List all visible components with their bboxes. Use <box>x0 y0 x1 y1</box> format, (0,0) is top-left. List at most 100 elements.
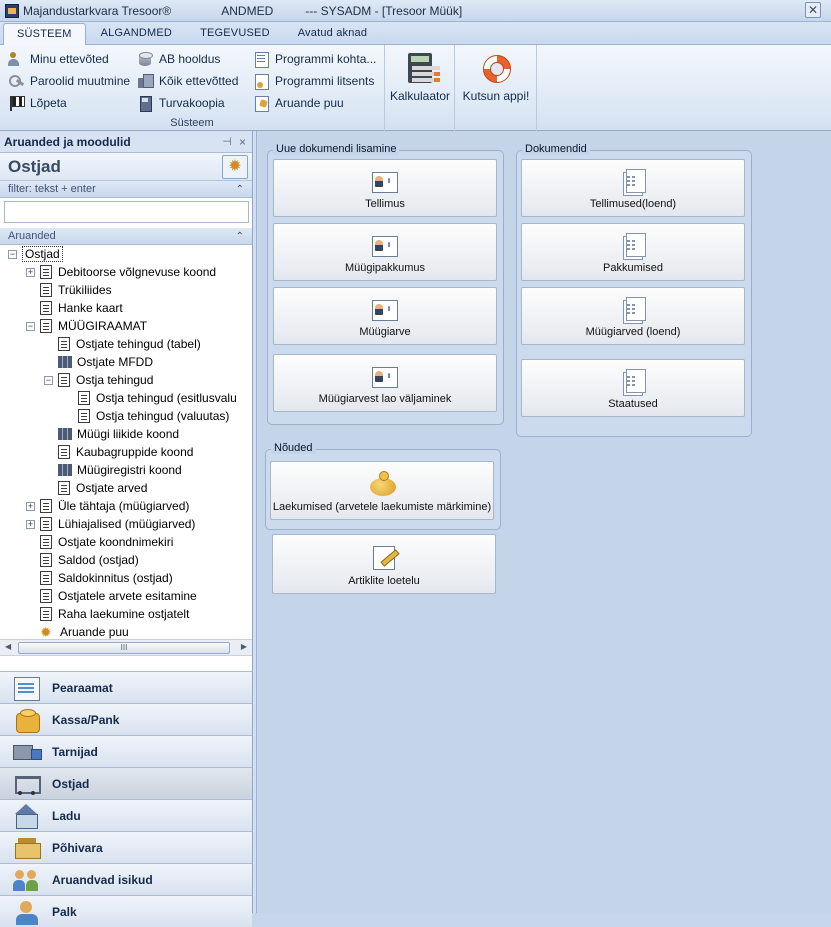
reports-section-bar[interactable]: Aruanded ⌃ <box>0 228 252 245</box>
calculator-button[interactable]: Kalkulaator <box>389 49 451 127</box>
document-list-icon <box>619 296 647 324</box>
ribbon-my-companies-button[interactable]: Minu ettevõted <box>8 49 109 69</box>
collapse-icon[interactable]: − <box>8 249 17 259</box>
tree-horizontal-scrollbar[interactable]: ◀ III ▶ <box>0 639 252 656</box>
tile-invoices-list[interactable]: Müügiarved (loend) <box>521 287 745 345</box>
ribbon-license-button[interactable]: Programmi litsents <box>253 71 374 91</box>
ribbon-db-maintenance-button[interactable]: AB hooldus <box>137 49 220 69</box>
collapse-chevron-icon[interactable]: ⌃ <box>236 228 244 245</box>
document-icon <box>58 373 70 387</box>
window-title-user: --- SYSADM - [Tresoor Müük] <box>305 3 463 18</box>
nav-item-label: Kassa/Pank <box>52 712 120 727</box>
document-icon <box>40 319 52 333</box>
tab-algandmed[interactable]: ALGANDMED <box>88 23 185 44</box>
ribbon-all-companies-button[interactable]: Kõik ettevõtted <box>137 71 238 91</box>
tile-sales-invoice[interactable]: Müügiarve <box>273 287 497 345</box>
tab-tegevused[interactable]: TEGEVUSED <box>187 23 283 44</box>
group-new-document-title: Uue dokumendi lisamine <box>273 143 400 155</box>
report-tree-icon <box>253 95 269 112</box>
scroll-right-arrow-icon[interactable]: ▶ <box>241 642 247 651</box>
table-report-icon <box>58 356 72 368</box>
tree-node[interactable]: Ostja tehingud (valuutas) <box>64 407 229 425</box>
license-icon <box>253 73 269 90</box>
users-icon <box>8 51 24 67</box>
document-icon <box>40 535 52 549</box>
tree-node[interactable]: Müügiregistri koond <box>44 461 182 479</box>
scroll-thumb[interactable]: III <box>18 642 230 654</box>
expand-icon[interactable]: + <box>26 501 35 511</box>
tree-node[interactable]: − Ostjad <box>8 245 63 263</box>
tile-payments-receipts[interactable]: Laekumised (arvetele laekumiste märkimin… <box>270 461 494 520</box>
filter-input[interactable] <box>4 201 249 223</box>
tree-node-label: Hanke kaart <box>58 301 123 315</box>
help-button[interactable]: Kutsun appi! <box>459 49 533 127</box>
panel-close-icon[interactable]: × <box>239 131 246 153</box>
panel-splitter[interactable] <box>253 131 257 913</box>
nav-item-label: Tarnijad <box>52 744 98 759</box>
tree-node[interactable]: Ostjatele arvete esitamine <box>26 587 197 605</box>
nav-item[interactable]: Ostjad <box>0 767 252 799</box>
close-icon[interactable]: ✕ <box>805 2 821 18</box>
nav-item[interactable]: Põhivara <box>0 831 252 863</box>
ribbon-report-tree-button[interactable]: Aruande puu <box>253 93 344 113</box>
database-icon <box>137 51 153 67</box>
table-report-icon <box>58 464 72 476</box>
nav-item[interactable]: Pearaamat <box>0 671 252 703</box>
ribbon-quit-button[interactable]: Lõpeta <box>8 93 67 113</box>
tree-node[interactable]: Ostjate arved <box>44 479 147 497</box>
tile-offers-list[interactable]: Pakkumised <box>521 223 745 281</box>
tile-articles-list[interactable]: Artiklite loetelu <box>272 534 496 594</box>
expand-icon[interactable]: + <box>26 267 35 277</box>
tree-node[interactable]: Saldokinnitus (ostjad) <box>26 569 173 587</box>
module-title-bar: Ostjad ✹ <box>0 153 252 181</box>
tab-susteem[interactable]: SÜSTEEM <box>3 23 86 45</box>
tree-node[interactable]: Ostjate tehingud (tabel) <box>44 335 201 353</box>
filter-section-bar[interactable]: filter: tekst + enter ⌃ <box>0 181 252 198</box>
nav-item[interactable]: Palk <box>0 895 252 927</box>
pin-icon[interactable]: ⊣ <box>222 131 232 153</box>
tree-node[interactable]: Kaubagruppide koond <box>44 443 193 461</box>
nav-item[interactable]: Kassa/Pank <box>0 703 252 735</box>
tree-node[interactable]: Ostjate koondnimekiri <box>26 533 173 551</box>
ribbon-change-password-button[interactable]: Paroolid muutmine <box>8 71 130 91</box>
tree-node[interactable]: Ostjate MFDD <box>44 353 153 371</box>
tree-node[interactable]: ✹ Aruande puu <box>26 623 129 639</box>
tile-sales-offer[interactable]: Müügipakkumus <box>273 223 497 281</box>
tree-node[interactable]: + Debitoorse võlgnevuse koond <box>26 263 216 281</box>
tile-order[interactable]: Tellimus <box>273 159 497 217</box>
contact-card-icon <box>371 296 399 324</box>
collapse-icon[interactable]: − <box>26 321 35 331</box>
tile-invoice-stock-out[interactable]: Müügiarvest lao väljaminek <box>273 354 497 412</box>
nav-item[interactable]: Aruandvad isikud <box>0 863 252 895</box>
document-icon <box>78 391 90 405</box>
group-documents-title: Dokumendid <box>522 143 590 155</box>
tree-node[interactable]: − Ostja tehingud <box>44 371 153 389</box>
module-settings-gear-icon[interactable]: ✹ <box>222 155 248 179</box>
tree-node-label: Ostja tehingud <box>76 373 154 387</box>
tree-node[interactable]: Saldod (ostjad) <box>26 551 139 569</box>
tree-node[interactable]: Müügi liikide koond <box>44 425 179 443</box>
tree-node[interactable]: + Lühiajalised (müügiarved) <box>26 515 195 533</box>
ledger-icon <box>12 675 42 701</box>
tree-node[interactable]: Trükiliides <box>26 281 112 299</box>
tile-orders-list[interactable]: Tellimused(loend) <box>521 159 745 217</box>
tree-node[interactable]: + Üle tähtaja (müügiarved) <box>26 497 189 515</box>
tree-node[interactable]: Raha laekumine ostjatelt <box>26 605 189 623</box>
nav-item[interactable]: Tarnijad <box>0 735 252 767</box>
tile-statuses[interactable]: Staatused <box>521 359 745 417</box>
collapse-icon[interactable]: − <box>44 375 53 385</box>
tree-node[interactable]: Hanke kaart <box>26 299 123 317</box>
tree-node[interactable]: Ostja tehingud (esitlusvalu <box>64 389 237 407</box>
ribbon-backup-button[interactable]: Turvakoopia <box>137 93 225 113</box>
nav-item[interactable]: Ladu <box>0 799 252 831</box>
collapse-chevron-icon[interactable]: ⌃ <box>236 181 244 198</box>
filter-wrap <box>0 198 252 228</box>
tab-avatud-aknad[interactable]: Avatud aknad <box>285 23 380 44</box>
scroll-left-arrow-icon[interactable]: ◀ <box>5 642 11 651</box>
tree-node[interactable]: − MÜÜGIRAAMAT <box>26 317 147 335</box>
tree-node-label: Ostjad <box>22 246 63 262</box>
tree-node-label: Ostjate koondnimekiri <box>58 535 174 549</box>
ribbon-about-button[interactable]: Programmi kohta... <box>253 49 376 69</box>
expand-icon[interactable]: + <box>26 519 35 529</box>
tree-node-label: Müügi liikide koond <box>77 427 180 441</box>
